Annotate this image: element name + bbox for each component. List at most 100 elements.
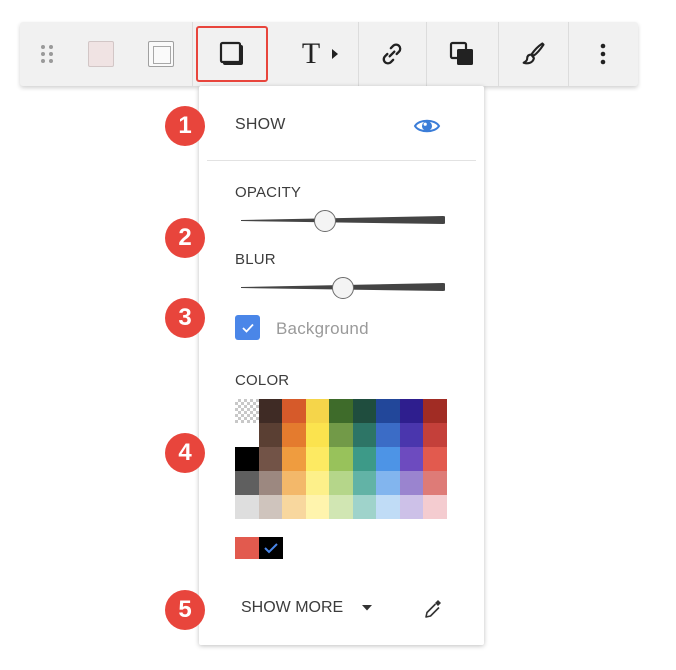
eyedropper-icon — [425, 600, 441, 618]
color-swatch[interactable] — [235, 447, 259, 471]
color-swatch[interactable] — [282, 399, 306, 423]
color-label: COLOR — [235, 372, 290, 389]
visibility-toggle[interactable] — [413, 116, 441, 141]
checkmark-icon — [241, 323, 254, 333]
color-swatch[interactable] — [305, 399, 329, 423]
color-swatch[interactable] — [399, 471, 423, 495]
color-swatch[interactable] — [352, 423, 376, 447]
color-swatch[interactable] — [235, 423, 259, 447]
color-swatch[interactable] — [258, 423, 282, 447]
opacity-thumb[interactable] — [314, 210, 336, 232]
color-swatch[interactable] — [258, 399, 282, 423]
more-vert-icon — [600, 43, 606, 65]
style-brush-icon — [522, 42, 545, 65]
palette-row — [235, 399, 447, 423]
color-swatch[interactable] — [329, 399, 353, 423]
eyedropper-button[interactable] — [423, 598, 443, 625]
chevron-down-icon — [362, 605, 373, 611]
color-swatch[interactable] — [258, 447, 282, 471]
blur-label: BLUR — [235, 251, 276, 268]
color-swatch[interactable] — [423, 399, 447, 423]
step-badge-2: 2 — [165, 218, 205, 258]
panel-divider — [207, 160, 476, 161]
color-swatch[interactable] — [352, 447, 376, 471]
step-badge-3: 3 — [165, 298, 205, 338]
toolbar-divider — [192, 22, 193, 86]
color-swatch[interactable] — [423, 447, 447, 471]
color-swatch[interactable] — [423, 495, 447, 519]
color-swatch[interactable] — [399, 399, 423, 423]
recent-color-swatch[interactable] — [259, 537, 283, 559]
step-badge-5: 5 — [165, 590, 205, 630]
color-swatch[interactable] — [329, 495, 353, 519]
stroke-color-icon — [148, 41, 174, 67]
caret-right-icon — [332, 49, 339, 59]
step-badge-1: 1 — [165, 106, 205, 146]
shadow-panel: SHOW OPACITY BLUR Background COLOR SHOW … — [199, 86, 484, 645]
color-swatch[interactable] — [376, 495, 400, 519]
toolbar: T — [20, 22, 638, 86]
color-swatch[interactable] — [399, 447, 423, 471]
text-icon: T — [301, 37, 321, 70]
color-swatch[interactable] — [423, 471, 447, 495]
opacity-slider[interactable] — [241, 210, 445, 232]
color-swatch[interactable] — [282, 471, 306, 495]
color-palette — [235, 399, 447, 519]
check-icon — [264, 543, 278, 554]
arrange-button[interactable] — [426, 22, 498, 86]
color-swatch[interactable] — [376, 423, 400, 447]
color-swatch[interactable] — [399, 423, 423, 447]
color-swatch[interactable] — [423, 423, 447, 447]
color-swatch[interactable] — [305, 471, 329, 495]
color-swatch[interactable] — [352, 399, 376, 423]
eye-icon — [413, 119, 441, 133]
color-swatch[interactable] — [376, 471, 400, 495]
drag-handle-icon[interactable] — [28, 22, 66, 86]
color-swatch[interactable] — [282, 447, 306, 471]
link-button[interactable] — [358, 22, 426, 86]
background-checkbox[interactable] — [235, 315, 260, 340]
opacity-label: OPACITY — [235, 184, 302, 201]
color-swatch[interactable] — [329, 423, 353, 447]
show-more-label: SHOW MORE — [241, 599, 344, 616]
text-button[interactable]: T — [272, 22, 370, 86]
color-swatch[interactable] — [258, 471, 282, 495]
recent-color-swatch[interactable] — [235, 537, 259, 559]
palette-row — [235, 447, 447, 471]
color-swatch[interactable] — [282, 423, 306, 447]
color-swatch[interactable] — [376, 447, 400, 471]
color-swatch[interactable] — [235, 471, 259, 495]
blur-thumb[interactable] — [332, 277, 354, 299]
color-swatch[interactable] — [329, 447, 353, 471]
color-swatch[interactable] — [305, 495, 329, 519]
palette-row — [235, 423, 447, 447]
step-badge-4: 4 — [165, 433, 205, 473]
more-options-button[interactable] — [568, 22, 638, 86]
link-icon — [382, 43, 402, 65]
color-swatch[interactable] — [305, 447, 329, 471]
opacity-track — [241, 216, 445, 224]
color-swatch[interactable] — [376, 399, 400, 423]
palette-row — [235, 495, 447, 519]
blur-slider[interactable] — [241, 277, 445, 299]
color-swatch[interactable] — [352, 471, 376, 495]
color-swatch[interactable] — [352, 495, 376, 519]
style-button[interactable] — [498, 22, 568, 86]
color-swatch[interactable] — [258, 495, 282, 519]
color-swatch[interactable] — [235, 399, 259, 423]
color-swatch[interactable] — [329, 471, 353, 495]
background-label: Background — [276, 319, 369, 338]
color-swatch[interactable] — [282, 495, 306, 519]
arrange-icon — [449, 41, 473, 65]
color-swatch[interactable] — [305, 423, 329, 447]
recent-colors — [235, 537, 283, 559]
fill-color-button[interactable] — [82, 22, 120, 86]
color-swatch[interactable] — [399, 495, 423, 519]
show-more-button[interactable]: SHOW MORE — [241, 599, 373, 617]
show-label: SHOW — [235, 116, 286, 133]
active-highlight — [196, 26, 268, 82]
color-swatch[interactable] — [235, 495, 259, 519]
fill-color-icon — [88, 41, 114, 67]
palette-row — [235, 471, 447, 495]
stroke-color-button[interactable] — [142, 22, 180, 86]
